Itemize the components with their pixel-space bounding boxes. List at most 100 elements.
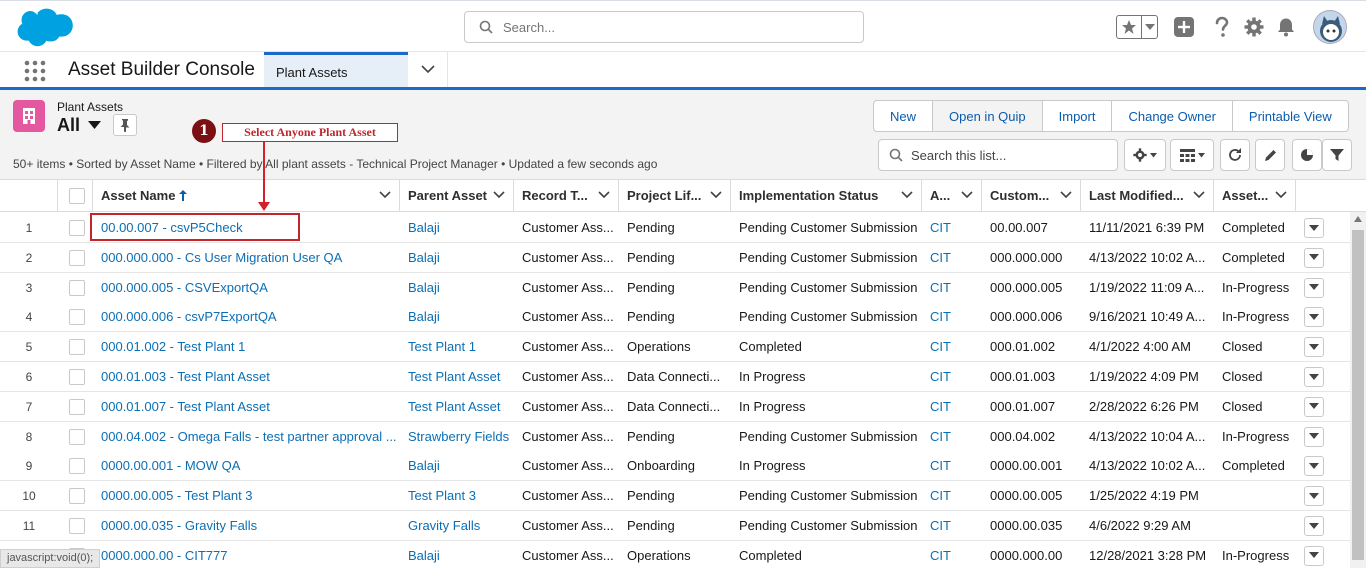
a-link[interactable]: CIT xyxy=(930,369,978,384)
column-header-project-lifecycle[interactable]: Project Lif... xyxy=(619,180,731,212)
parent-asset-link[interactable]: Test Plant Asset xyxy=(408,369,512,384)
tab-menu-button[interactable] xyxy=(408,52,448,87)
cloud-logo-icon[interactable] xyxy=(16,7,74,49)
filter-button[interactable] xyxy=(1322,139,1352,171)
tab-plant-assets[interactable]: Plant Assets xyxy=(264,52,408,87)
a-link[interactable]: CIT xyxy=(930,488,978,503)
select-all-checkbox[interactable] xyxy=(69,188,85,204)
parent-asset-link[interactable]: Balaji xyxy=(408,220,512,235)
row-checkbox[interactable] xyxy=(69,309,85,326)
chevron-down-icon[interactable] xyxy=(710,191,722,199)
asset-name-link[interactable]: 000.04.002 - Omega Falls - test partner … xyxy=(101,429,396,444)
global-create-button[interactable] xyxy=(1172,15,1196,39)
chevron-down-icon[interactable] xyxy=(1275,191,1287,199)
row-actions-button[interactable] xyxy=(1304,426,1324,447)
parent-asset-link[interactable]: Balaji xyxy=(408,280,512,295)
setup-button[interactable] xyxy=(1242,15,1266,39)
parent-asset-link[interactable]: Test Plant Asset xyxy=(408,399,512,414)
chevron-down-icon[interactable] xyxy=(1145,24,1155,31)
new-button[interactable]: New xyxy=(874,101,932,131)
chevron-down-icon[interactable] xyxy=(379,191,391,199)
a-link[interactable]: CIT xyxy=(930,250,978,265)
row-actions-button[interactable] xyxy=(1304,247,1324,268)
favorites-button[interactable] xyxy=(1116,15,1158,39)
printable-view-button[interactable]: Printable View xyxy=(1231,101,1348,131)
chevron-down-icon[interactable] xyxy=(493,191,505,199)
parent-asset-link[interactable]: Balaji xyxy=(408,250,512,265)
row-actions-button[interactable] xyxy=(1304,486,1324,507)
column-header-record-type[interactable]: Record T... xyxy=(514,180,619,212)
a-link[interactable]: CIT xyxy=(930,548,978,563)
list-search-input[interactable]: Search this list... xyxy=(878,139,1118,171)
row-actions-button[interactable] xyxy=(1304,307,1324,328)
row-actions-button[interactable] xyxy=(1304,367,1324,387)
row-actions-button[interactable] xyxy=(1304,456,1324,477)
a-link[interactable]: CIT xyxy=(930,429,978,444)
asset-name-link[interactable]: 0000.00.001 - MOW QA xyxy=(101,458,396,473)
row-checkbox[interactable] xyxy=(69,339,85,356)
refresh-button[interactable] xyxy=(1220,139,1250,171)
asset-name-link[interactable]: 000.01.007 - Test Plant Asset xyxy=(101,399,396,414)
row-actions-button[interactable] xyxy=(1304,277,1324,298)
row-checkbox[interactable] xyxy=(69,428,85,445)
row-checkbox[interactable] xyxy=(69,220,85,236)
column-header-custom[interactable]: Custom... xyxy=(982,180,1081,212)
asset-name-link[interactable]: 0000.00.035 - Gravity Falls xyxy=(101,518,396,533)
row-actions-button[interactable] xyxy=(1304,218,1324,238)
app-launcher-icon[interactable] xyxy=(24,60,46,82)
row-checkbox[interactable] xyxy=(69,369,85,385)
global-search-input[interactable]: Search... xyxy=(464,11,864,43)
charts-button[interactable] xyxy=(1292,139,1322,171)
column-header-implementation-status[interactable]: Implementation Status xyxy=(731,180,922,212)
asset-name-link[interactable]: 000.000.000 - Cs User Migration User QA xyxy=(101,250,396,265)
row-checkbox[interactable] xyxy=(69,518,85,534)
column-header-asset-name[interactable]: Asset Name xyxy=(93,180,400,212)
asset-name-link[interactable]: 000.000.005 - CSVExportQA xyxy=(101,280,396,295)
row-checkbox[interactable] xyxy=(69,249,85,266)
vertical-scrollbar[interactable] xyxy=(1350,212,1366,568)
parent-asset-link[interactable]: Gravity Falls xyxy=(408,518,512,533)
list-view-picker-icon[interactable] xyxy=(88,121,101,130)
scrollbar-thumb[interactable] xyxy=(1352,230,1364,560)
a-link[interactable]: CIT xyxy=(930,280,978,295)
asset-name-link[interactable]: 0000.000.00 - CIT777 xyxy=(101,548,396,563)
column-header-last-modified[interactable]: Last Modified... xyxy=(1081,180,1214,212)
row-actions-button[interactable] xyxy=(1304,545,1324,566)
change-owner-button[interactable]: Change Owner xyxy=(1111,101,1231,131)
chevron-down-icon[interactable] xyxy=(1193,191,1205,199)
notifications-button[interactable] xyxy=(1274,15,1298,39)
list-settings-button[interactable] xyxy=(1124,139,1166,171)
row-checkbox[interactable] xyxy=(69,458,85,475)
chevron-down-icon[interactable] xyxy=(598,191,610,199)
pin-list-view-button[interactable] xyxy=(113,114,137,136)
row-actions-button[interactable] xyxy=(1304,516,1324,536)
asset-name-link[interactable]: 000.000.006 - csvP7ExportQA xyxy=(101,309,396,324)
parent-asset-link[interactable]: Strawberry Fields xyxy=(408,429,512,444)
row-checkbox[interactable] xyxy=(69,279,85,296)
scroll-up-icon[interactable] xyxy=(1354,216,1362,222)
a-link[interactable]: CIT xyxy=(930,518,978,533)
a-link[interactable]: CIT xyxy=(930,339,978,354)
column-header-asset-status[interactable]: Asset... xyxy=(1214,180,1296,212)
avatar[interactable] xyxy=(1313,10,1347,44)
row-checkbox[interactable] xyxy=(69,398,85,415)
row-actions-button[interactable] xyxy=(1304,396,1324,417)
display-as-button[interactable] xyxy=(1170,139,1214,171)
help-button[interactable] xyxy=(1210,15,1234,39)
edit-list-button[interactable] xyxy=(1255,139,1285,171)
list-view-name[interactable]: All xyxy=(57,115,80,136)
parent-asset-link[interactable]: Test Plant 1 xyxy=(408,339,512,354)
a-link[interactable]: CIT xyxy=(930,220,978,235)
a-link[interactable]: CIT xyxy=(930,309,978,324)
row-checkbox[interactable] xyxy=(69,488,85,505)
parent-asset-link[interactable]: Balaji xyxy=(408,309,512,324)
asset-name-link[interactable]: 0000.00.005 - Test Plant 3 xyxy=(101,488,396,503)
row-actions-button[interactable] xyxy=(1304,337,1324,358)
chevron-down-icon[interactable] xyxy=(901,191,913,199)
import-button[interactable]: Import xyxy=(1041,101,1112,131)
asset-name-link[interactable]: 000.01.003 - Test Plant Asset xyxy=(101,369,396,384)
a-link[interactable]: CIT xyxy=(930,399,978,414)
asset-name-link[interactable]: 000.01.002 - Test Plant 1 xyxy=(101,339,396,354)
column-header-a[interactable]: A... xyxy=(922,180,982,212)
parent-asset-link[interactable]: Balaji xyxy=(408,458,512,473)
